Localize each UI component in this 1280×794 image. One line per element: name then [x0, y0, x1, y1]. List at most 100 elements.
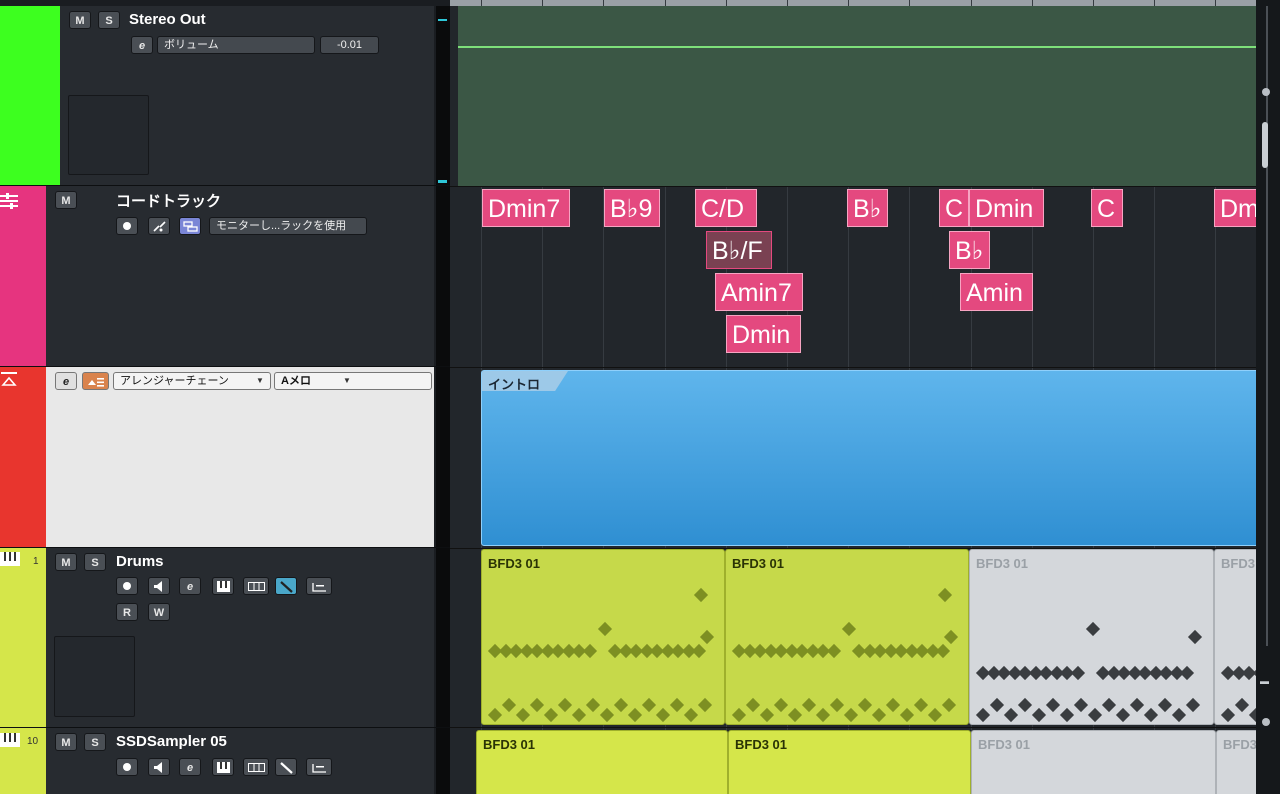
chord-event[interactable]: B♭/F [706, 231, 772, 269]
inspector-pencil-button[interactable] [275, 577, 297, 595]
solo-button[interactable]: S [84, 553, 106, 571]
midi-part[interactable]: BFD3 01 [476, 730, 728, 794]
zoom-slider-thumb[interactable] [1262, 88, 1270, 96]
solo-button[interactable]: S [84, 733, 106, 751]
arranger-event[interactable]: イントロ [481, 370, 1256, 546]
mute-button[interactable]: M [55, 733, 77, 751]
edit-channel-button[interactable]: e [179, 758, 201, 776]
chord-event[interactable]: Dm [1214, 189, 1256, 227]
activate-arranger-mode-button[interactable] [82, 372, 109, 390]
midi-part-muted[interactable]: BFD3 [1216, 730, 1256, 794]
record-enable-button[interactable] [116, 577, 138, 595]
lane-stereo-out[interactable] [450, 6, 1256, 186]
arranger-part-select[interactable]: Aメロ [274, 372, 432, 390]
instrument-editor-button[interactable] [212, 758, 234, 776]
track-color-strip[interactable]: 1 [0, 548, 46, 727]
track-name[interactable]: コードトラック [116, 190, 221, 211]
midi-part-muted[interactable]: BFD3 01 [969, 549, 1214, 725]
chord-event[interactable]: C [1091, 189, 1123, 227]
write-automation-button[interactable]: W [148, 603, 170, 621]
chord-event[interactable]: Dmin [726, 315, 801, 353]
chord-event[interactable]: B♭9 [604, 189, 660, 227]
lane-chord[interactable]: Dmin7 B♭9 C/D B♭/F Amin7 Dmin B♭ C Dmin … [450, 187, 1256, 367]
speaker-icon [154, 762, 162, 773]
record-enable-button[interactable] [116, 217, 138, 235]
level-meter [436, 367, 450, 547]
automation-area[interactable] [458, 6, 1256, 186]
record-icon [123, 763, 131, 771]
midi-note [885, 697, 901, 713]
mute-button[interactable]: M [55, 553, 77, 571]
height-slider-thumb[interactable] [1262, 718, 1270, 726]
lane-button[interactable] [243, 758, 269, 776]
arranger-chain-select[interactable]: アレンジャーチェーン [113, 372, 271, 390]
parameter-value[interactable]: -0.01 [320, 36, 379, 54]
track-ssdsampler[interactable]: 10 M S SSDSampler 05 e [0, 728, 450, 794]
track-version-button[interactable] [306, 758, 332, 776]
chord-event[interactable]: Amin7 [715, 273, 803, 311]
record-enable-button[interactable] [116, 758, 138, 776]
chord-event[interactable]: C/D [695, 189, 757, 227]
lane-arranger[interactable]: イントロ [450, 368, 1256, 548]
track-chord[interactable]: M コードトラック モニターし...ラックを使用 [0, 186, 450, 367]
midi-note [599, 707, 615, 723]
midi-note [627, 707, 643, 723]
track-name[interactable]: SSDSampler 05 [116, 733, 227, 750]
lane-ssdsampler[interactable]: BFD3 01 BFD3 01 BFD3 01 BFD3 [450, 728, 1256, 794]
midi-note [1059, 707, 1075, 723]
mute-button[interactable]: M [69, 11, 91, 29]
monitor-button[interactable] [148, 577, 170, 595]
chord-event[interactable]: B♭ [847, 189, 888, 227]
edit-channel-button[interactable]: e [131, 36, 153, 54]
track-name[interactable]: Drums [116, 553, 164, 570]
midi-part[interactable]: BFD3 01 [728, 730, 971, 794]
track-picture-slot[interactable] [54, 636, 135, 717]
solo-button[interactable]: S [98, 11, 120, 29]
midi-part[interactable]: BFD3 01 [725, 549, 969, 725]
chord-event[interactable]: Dmin7 [482, 189, 570, 227]
voicing-button[interactable] [148, 217, 170, 235]
midi-note [1171, 707, 1187, 723]
inspector-pencil-button[interactable] [275, 758, 297, 776]
chord-event[interactable]: C [939, 189, 969, 227]
track-color-strip[interactable] [0, 367, 46, 547]
track-color-strip[interactable] [0, 186, 46, 366]
midi-part-label: BFD3 01 [735, 737, 788, 752]
arranger-track-icon [1, 372, 17, 386]
monitor-track-select[interactable]: モニターし...ラックを使用 [209, 217, 367, 235]
midi-part[interactable]: BFD3 01 [481, 549, 725, 725]
track-stereo-out[interactable]: M S Stereo Out e ボリューム -0.01 [0, 6, 450, 186]
zoom-slider-track[interactable] [1266, 6, 1268, 646]
edit-button[interactable]: e [55, 372, 77, 390]
monitor-button[interactable] [148, 758, 170, 776]
midi-note [1129, 697, 1145, 713]
track-name[interactable]: Stereo Out [129, 11, 206, 28]
zoom-out-icon[interactable]: ▬ [1260, 676, 1269, 686]
track-picture-slot[interactable] [68, 95, 149, 175]
track-drums[interactable]: 1 M S Drums e R W [0, 548, 450, 728]
scrollbar-thumb[interactable] [1262, 122, 1268, 168]
midi-note [826, 643, 841, 659]
track-arranger[interactable]: e アレンジャーチェーン ▼ Aメロ ▼ [0, 367, 450, 548]
chord-event[interactable]: Amin [960, 273, 1033, 311]
level-meter [436, 6, 450, 185]
track-color-strip[interactable] [0, 6, 60, 185]
parameter-select[interactable]: ボリューム [157, 36, 315, 54]
instrument-editor-button[interactable] [212, 577, 234, 595]
project-event-display[interactable]: Dmin7 B♭9 C/D B♭/F Amin7 Dmin B♭ C Dmin … [450, 0, 1256, 794]
vertical-scrollbar[interactable]: ▬ [1256, 0, 1280, 794]
edit-channel-button[interactable]: e [179, 577, 201, 595]
read-automation-button[interactable]: R [116, 603, 138, 621]
monitor-follow-button[interactable] [179, 217, 201, 235]
midi-part-muted[interactable]: BFD3 01 [971, 730, 1216, 794]
volume-automation-line[interactable] [458, 46, 1256, 48]
mute-button[interactable]: M [55, 191, 77, 209]
chord-event[interactable]: B♭ [949, 231, 990, 269]
midi-note [693, 587, 709, 603]
midi-part-muted[interactable]: BFD3 [1214, 549, 1256, 725]
lane-button[interactable] [243, 577, 269, 595]
track-color-strip[interactable]: 10 [0, 728, 46, 794]
lane-drums[interactable]: BFD3 01 BFD3 01 BFD3 01 BFD3 [450, 549, 1256, 727]
chord-event[interactable]: Dmin [969, 189, 1044, 227]
track-version-button[interactable] [306, 577, 332, 595]
